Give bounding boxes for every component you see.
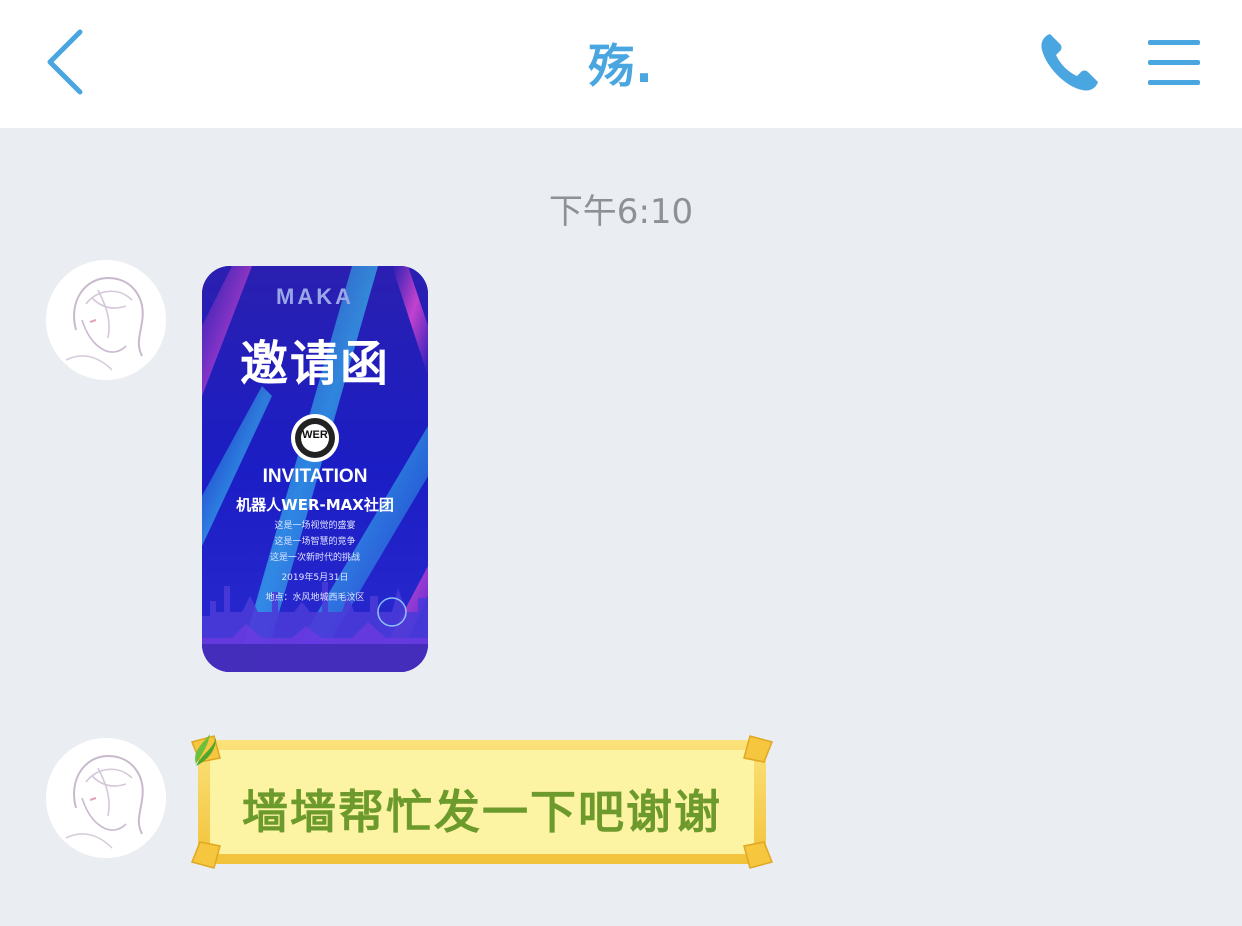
club-badge: WER (302, 429, 328, 441)
message-timestamp: 下午6:10 (548, 192, 694, 232)
club-name: 机器人WER-MAX社团 (236, 496, 394, 514)
invitation-line: 这是一次新时代的挑战 (269, 553, 360, 563)
invitation-date: 2019年5月31日 (281, 573, 349, 583)
maka-brand: MAKA (276, 284, 354, 309)
avatar[interactable] (46, 260, 166, 380)
invitation-line: 这是一场视觉的盛宴 (274, 521, 356, 531)
chat-header: 殇. (0, 0, 1242, 128)
invitation-image-message[interactable]: MAKA 邀请函 WER INVITATION 机器人WER-MAX社团 这是一… (202, 266, 428, 672)
invitation-line: 这是一场智慧的竞争 (274, 537, 356, 547)
invitation-location: 地点：水风地城西毛汶区 (265, 593, 365, 603)
avatar[interactable] (46, 738, 166, 858)
menu-icon (1148, 40, 1200, 85)
text-message-bubble[interactable]: 墙墙帮忙发一下吧谢谢 (190, 732, 774, 872)
menu-button[interactable] (1146, 38, 1202, 88)
avatar-sketch-image (46, 738, 166, 858)
invitation-title: 邀请函 (239, 336, 390, 392)
avatar-sketch-image (46, 260, 166, 380)
message-text: 墙墙帮忙发一下吧谢谢 (242, 785, 722, 839)
phone-icon (1041, 34, 1098, 91)
call-button[interactable] (1036, 30, 1102, 96)
invitation-heading: INVITATION (262, 466, 368, 487)
